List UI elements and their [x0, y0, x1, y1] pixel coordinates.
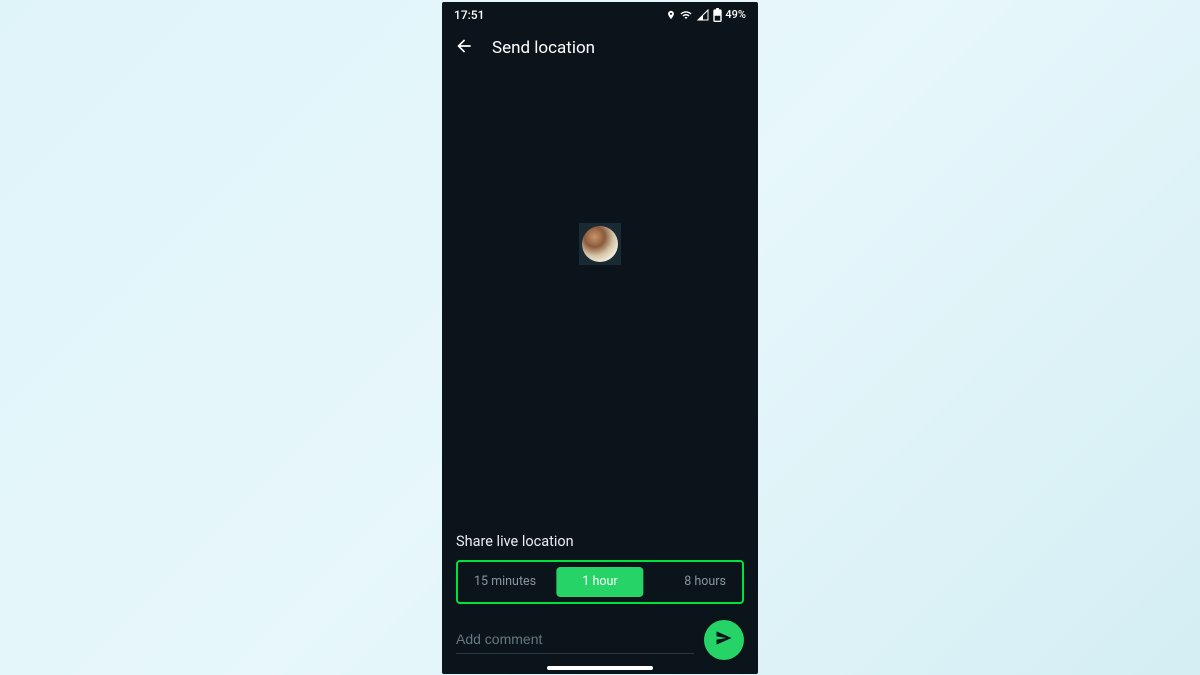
app-bar: Send location — [442, 28, 758, 68]
send-button[interactable] — [704, 620, 744, 660]
bottom-panel: Share live location 15 minutes 1 hour 8 … — [442, 521, 758, 674]
user-location-marker — [579, 223, 621, 265]
location-icon — [666, 9, 676, 21]
page-title: Send location — [492, 38, 595, 58]
phone-frame: 17:51 49% Send location Share — [442, 2, 758, 674]
duration-selector: 15 minutes 1 hour 8 hours — [456, 560, 744, 604]
duration-option-8hours[interactable]: 8 hours — [684, 574, 726, 589]
status-time: 17:51 — [454, 8, 484, 22]
duration-option-15min[interactable]: 15 minutes — [474, 574, 536, 589]
comment-input[interactable] — [456, 625, 694, 654]
status-bar: 17:51 49% — [442, 2, 758, 28]
status-icons: 49% — [666, 8, 746, 22]
map-area[interactable] — [442, 68, 758, 521]
back-icon[interactable] — [454, 36, 474, 60]
nav-pill — [547, 666, 653, 670]
share-live-location-label: Share live location — [456, 533, 744, 550]
duration-option-1hour[interactable]: 1 hour — [556, 567, 643, 597]
comment-row — [456, 620, 744, 660]
wifi-icon — [679, 9, 693, 21]
battery-percent: 49% — [725, 8, 746, 21]
battery-icon — [713, 8, 722, 22]
send-icon — [714, 628, 734, 651]
signal-icon — [696, 9, 710, 21]
avatar — [582, 226, 618, 262]
